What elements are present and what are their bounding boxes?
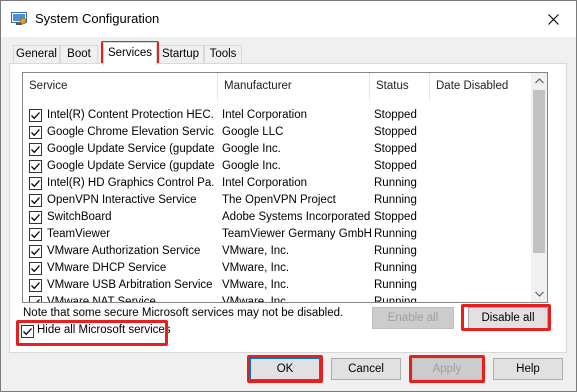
service-status: Running bbox=[374, 262, 417, 274]
service-manufacturer: VMware, Inc. bbox=[222, 279, 290, 291]
service-status: Running bbox=[374, 245, 417, 257]
service-status: Stopped bbox=[374, 109, 417, 121]
service-status: Running bbox=[374, 228, 417, 240]
service-checkbox[interactable] bbox=[29, 143, 42, 156]
service-checkbox[interactable] bbox=[29, 296, 42, 302]
service-manufacturer: Intel Corporation bbox=[222, 109, 308, 121]
service-checkbox[interactable] bbox=[29, 177, 42, 190]
service-name: TeamViewer bbox=[47, 228, 111, 240]
column-date-disabled[interactable]: Date Disabled bbox=[430, 73, 533, 100]
table-row[interactable]: SwitchBoard Adobe Systems Incorporated S… bbox=[23, 209, 533, 226]
vertical-scrollbar[interactable] bbox=[531, 73, 547, 302]
tab-services[interactable]: Services bbox=[103, 42, 157, 65]
service-name: Google Chrome Elevation Servic... bbox=[47, 126, 215, 138]
hide-microsoft-services-checkbox[interactable] bbox=[21, 325, 34, 338]
service-checkbox[interactable] bbox=[29, 109, 42, 122]
service-checkbox[interactable] bbox=[29, 279, 42, 292]
service-manufacturer: VMware, Inc. bbox=[222, 296, 290, 303]
service-name: VMware DHCP Service bbox=[47, 262, 167, 274]
service-manufacturer: Adobe Systems Incorporated bbox=[222, 211, 371, 223]
service-status: Stopped bbox=[374, 160, 417, 172]
table-row[interactable]: VMware Authorization Service VMware, Inc… bbox=[23, 243, 533, 260]
enable-all-button[interactable]: Enable all bbox=[372, 307, 454, 329]
service-status: Stopped bbox=[374, 126, 417, 138]
service-checkbox[interactable] bbox=[29, 262, 42, 275]
table-row[interactable]: OpenVPN Interactive Service The OpenVPN … bbox=[23, 192, 533, 209]
service-checkbox[interactable] bbox=[29, 194, 42, 207]
title-bar: System Configuration bbox=[1, 1, 576, 37]
service-name: Google Update Service (gupdate) bbox=[47, 143, 215, 155]
service-status: Running bbox=[374, 296, 417, 303]
service-manufacturer: Google LLC bbox=[222, 126, 284, 138]
cancel-button[interactable]: Cancel bbox=[331, 358, 401, 380]
note-text: Note that some secure Microsoft services… bbox=[23, 307, 344, 319]
service-manufacturer: Intel Corporation bbox=[222, 177, 308, 189]
disable-all-button[interactable]: Disable all bbox=[468, 307, 548, 329]
service-name: VMware USB Arbitration Service bbox=[47, 279, 213, 291]
chevron-down-icon bbox=[534, 291, 544, 297]
table-row[interactable]: Google Update Service (gupdatem) Google … bbox=[23, 158, 533, 175]
column-service[interactable]: Service bbox=[23, 73, 218, 100]
service-name: SwitchBoard bbox=[47, 211, 112, 223]
table-row[interactable]: TeamViewer TeamViewer Germany GmbH Runni… bbox=[23, 226, 533, 243]
column-status[interactable]: Status bbox=[370, 73, 430, 100]
service-name: Google Update Service (gupdatem) bbox=[47, 160, 215, 172]
column-manufacturer[interactable]: Manufacturer bbox=[218, 73, 370, 100]
service-checkbox[interactable] bbox=[29, 228, 42, 241]
service-status: Stopped bbox=[374, 211, 417, 223]
service-manufacturer: The OpenVPN Project bbox=[222, 194, 336, 206]
table-row[interactable]: VMware NAT Service VMware, Inc. Running bbox=[23, 294, 533, 303]
service-manufacturer: Google Inc. bbox=[222, 160, 281, 172]
scroll-up-button[interactable] bbox=[531, 73, 547, 89]
service-name: VMware NAT Service bbox=[47, 296, 156, 303]
scroll-thumb[interactable] bbox=[533, 90, 545, 253]
service-name: VMware Authorization Service bbox=[47, 245, 201, 257]
hide-microsoft-services-label[interactable]: Hide all Microsoft services bbox=[37, 324, 171, 336]
service-manufacturer: TeamViewer Germany GmbH bbox=[222, 228, 372, 240]
service-status: Running bbox=[374, 279, 417, 291]
service-checkbox[interactable] bbox=[29, 211, 42, 224]
tab-general[interactable]: General bbox=[13, 45, 60, 64]
service-status: Running bbox=[374, 177, 417, 189]
service-status: Running bbox=[374, 194, 417, 206]
chevron-up-icon bbox=[534, 78, 544, 84]
service-manufacturer: VMware, Inc. bbox=[222, 262, 290, 274]
service-manufacturer: VMware, Inc. bbox=[222, 245, 290, 257]
tab-boot[interactable]: Boot bbox=[60, 45, 98, 64]
window-title: System Configuration bbox=[35, 11, 160, 26]
service-checkbox[interactable] bbox=[29, 160, 42, 173]
services-panel: Service Manufacturer Status Date Disable… bbox=[9, 63, 567, 353]
service-name: Intel(R) HD Graphics Control Pa... bbox=[47, 177, 215, 189]
ok-button[interactable]: OK bbox=[250, 358, 320, 380]
system-configuration-window: System Configuration General Boot Servic… bbox=[0, 0, 577, 392]
close-button[interactable] bbox=[530, 1, 576, 37]
table-row[interactable]: Intel(R) HD Graphics Control Pa... Intel… bbox=[23, 175, 533, 192]
services-list[interactable]: Service Manufacturer Status Date Disable… bbox=[22, 72, 548, 303]
service-manufacturer: Google Inc. bbox=[222, 143, 281, 155]
table-row[interactable]: VMware USB Arbitration Service VMware, I… bbox=[23, 277, 533, 294]
service-name: OpenVPN Interactive Service bbox=[47, 194, 197, 206]
table-row[interactable]: VMware DHCP Service VMware, Inc. Running bbox=[23, 260, 533, 277]
apply-button[interactable]: Apply bbox=[412, 358, 482, 380]
list-header: Service Manufacturer Status Date Disable… bbox=[23, 73, 533, 100]
tab-tools[interactable]: Tools bbox=[204, 45, 242, 64]
table-row[interactable]: Google Chrome Elevation Servic... Google… bbox=[23, 124, 533, 141]
scroll-down-button[interactable] bbox=[531, 286, 547, 302]
system-configuration-icon bbox=[11, 12, 27, 26]
service-name: Intel(R) Content Protection HEC... bbox=[47, 109, 215, 121]
table-row[interactable]: Google Update Service (gupdate) Google I… bbox=[23, 141, 533, 158]
help-button[interactable]: Help bbox=[493, 358, 563, 380]
close-icon bbox=[547, 13, 559, 25]
service-checkbox[interactable] bbox=[29, 126, 42, 139]
table-row[interactable]: Intel(R) Content Protection HEC... Intel… bbox=[23, 107, 533, 124]
service-status: Stopped bbox=[374, 143, 417, 155]
service-checkbox[interactable] bbox=[29, 245, 42, 258]
tab-startup[interactable]: Startup bbox=[157, 45, 204, 64]
